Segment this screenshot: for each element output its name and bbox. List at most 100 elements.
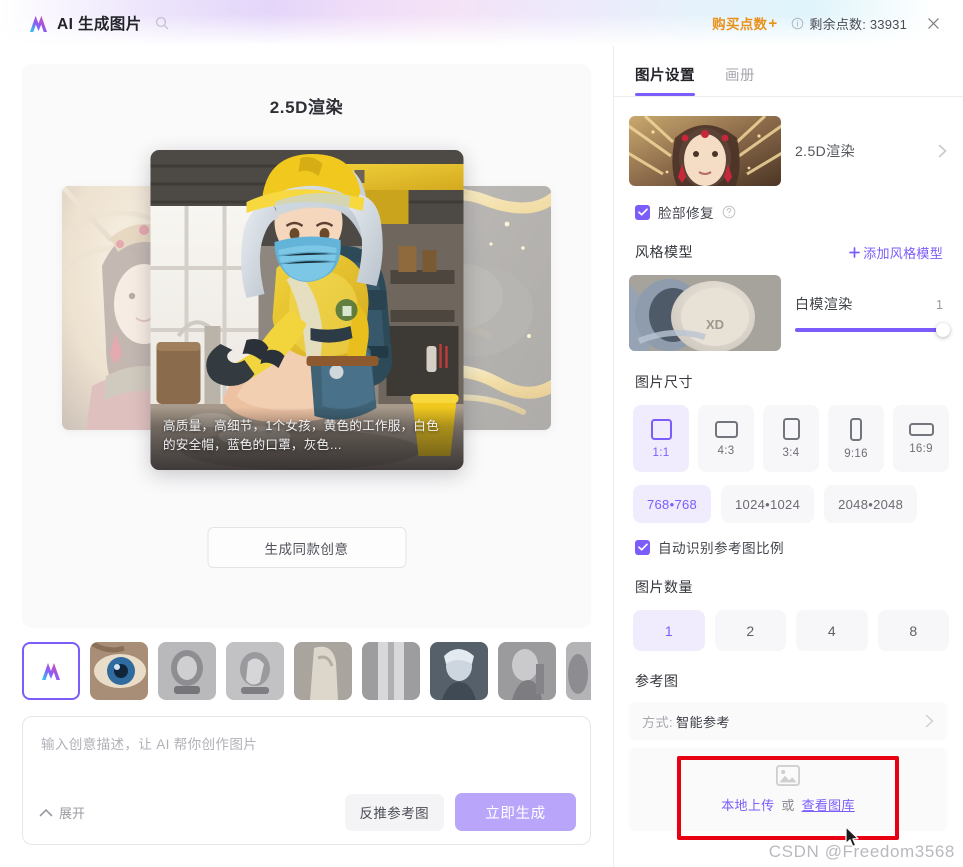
style-model-weight-slider[interactable] bbox=[795, 322, 950, 337]
base-model-thumbnail bbox=[629, 116, 781, 186]
chevron-right-icon bbox=[938, 144, 947, 158]
image-carousel: 高质量，高细节，1个女孩，黄色的工作服，白色的安全帽，蓝色的口罩，灰色… bbox=[22, 140, 591, 480]
face-repair-row: 脸部修复 bbox=[613, 188, 963, 222]
app-header: AI 生成图片 购买点数 + 剩余点数: 33931 bbox=[0, 0, 963, 46]
count-option-1[interactable]: 1 bbox=[633, 610, 705, 651]
count-option-8[interactable]: 8 bbox=[877, 610, 949, 651]
reference-upload-actions: 本地上传 或 查看图库 bbox=[721, 795, 855, 814]
close-icon[interactable] bbox=[923, 13, 943, 33]
prompt-overlay-text: 高质量，高细节，1个女孩，黄色的工作服，白色的安全帽，蓝色的口罩，灰色… bbox=[150, 406, 463, 470]
header-right-group: 购买点数 + 剩余点数: 33931 bbox=[712, 13, 963, 33]
expand-button[interactable]: 展开 bbox=[39, 803, 85, 822]
window-body: 2.5D渲染 高质量，高细节，1个女孩，黄色的工作服，白色的安全帽，蓝色的口罩，… bbox=[0, 46, 963, 867]
ratio-label: 9:16 bbox=[844, 447, 868, 460]
ratio-option-3-4[interactable]: 3:4 bbox=[763, 405, 819, 472]
thumbnail-item[interactable] bbox=[498, 642, 556, 700]
ai-logo-icon bbox=[28, 14, 49, 33]
portrait-rect-icon bbox=[782, 418, 800, 440]
local-upload-link[interactable]: 本地上传 bbox=[721, 798, 774, 813]
question-circle-icon[interactable] bbox=[722, 205, 736, 219]
resolution-option-2048[interactable]: 2048•2048 bbox=[824, 485, 918, 523]
prompt-input-container[interactable]: 输入创意描述，让 AI 帮你创作图片 展开 反推参考图 立即生成 bbox=[22, 716, 591, 845]
view-gallery-link[interactable]: 查看图库 bbox=[802, 798, 855, 813]
count-option-4[interactable]: 4 bbox=[796, 610, 868, 651]
settings-scroll-area: 2.5D渲染 脸部修复 风格模型 添加风格模型 XD 白模渲染 1 图片尺寸 1… bbox=[613, 106, 963, 867]
thumbnail-item[interactable] bbox=[430, 642, 488, 700]
style-model-item[interactable]: XD 白模渲染 1 bbox=[629, 273, 950, 352]
info-circle-icon[interactable] bbox=[791, 17, 804, 30]
resolution-option-1024[interactable]: 1024•1024 bbox=[721, 485, 815, 523]
style-model-weight-value: 1 bbox=[936, 297, 943, 312]
ratio-option-16-9[interactable]: 16:9 bbox=[893, 405, 949, 472]
ratio-option-9-16[interactable]: 9:16 bbox=[828, 405, 884, 472]
image-placeholder-icon bbox=[776, 765, 800, 786]
square-icon bbox=[650, 418, 672, 440]
resolution-options: 768•768 1024•1024 2048•2048 bbox=[613, 472, 963, 523]
buy-points-label: 购买点数 bbox=[712, 17, 768, 32]
showcase-card: 2.5D渲染 高质量，高细节，1个女孩，黄色的工作服，白色的安全帽，蓝色的口罩，… bbox=[22, 64, 591, 628]
ratio-label: 1:1 bbox=[652, 446, 670, 459]
reference-mode-key: 方式: bbox=[642, 714, 673, 730]
slider-knob[interactable] bbox=[936, 322, 950, 337]
image-size-section-header: 图片尺寸 bbox=[613, 352, 963, 392]
reference-section-header: 参考图 bbox=[613, 651, 963, 691]
thumbnail-item[interactable] bbox=[226, 642, 284, 700]
tab-album[interactable]: 画册 bbox=[725, 64, 755, 96]
auto-ratio-checkbox[interactable] bbox=[635, 539, 650, 555]
plus-icon: + bbox=[768, 14, 778, 32]
panel-tabs: 图片设置 画册 bbox=[613, 46, 963, 96]
landscape-rect-icon bbox=[714, 420, 738, 438]
points-balance-group: 剩余点数: 33931 bbox=[791, 14, 907, 33]
thumbnail-item[interactable] bbox=[294, 642, 352, 700]
resolution-option-768[interactable]: 768•768 bbox=[633, 485, 712, 523]
style-model-header: 白模渲染 1 bbox=[795, 294, 943, 314]
add-style-model-button[interactable]: 添加风格模型 bbox=[849, 243, 943, 262]
thumbnail-item-ai-logo[interactable] bbox=[22, 642, 80, 700]
search-icon[interactable] bbox=[155, 16, 169, 30]
generate-same-style-button[interactable]: 生成同款创意 bbox=[207, 527, 406, 568]
prompt-toolbar: 展开 反推参考图 立即生成 bbox=[39, 793, 576, 831]
watermark-text: CSDN @Freedom3568 bbox=[768, 842, 955, 861]
tab-image-settings[interactable]: 图片设置 bbox=[635, 64, 695, 96]
image-size-title: 图片尺寸 bbox=[635, 374, 693, 390]
settings-panel: 图片设置 画册 2.5D渲染 脸部修复 风格模型 添加风格模型 XD 白模渲染 … bbox=[613, 46, 963, 867]
carousel-card-main[interactable]: 高质量，高细节，1个女孩，黄色的工作服，白色的安全帽，蓝色的口罩，灰色… bbox=[150, 150, 463, 470]
style-model-controls: 白模渲染 1 bbox=[795, 294, 950, 337]
points-balance-label: 剩余点数: 33931 bbox=[809, 16, 907, 32]
showcase-title: 2.5D渲染 bbox=[269, 98, 344, 117]
generate-button[interactable]: 立即生成 bbox=[455, 793, 576, 831]
tall-rect-icon bbox=[850, 417, 862, 441]
ai-image-generation-window: AI 生成图片 购买点数 + 剩余点数: 33931 2.5D渲染 高质量，高细… bbox=[0, 0, 963, 867]
reference-mode-value: 智能参考 bbox=[675, 714, 730, 730]
expand-label: 展开 bbox=[59, 805, 86, 821]
thumbnail-strip[interactable] bbox=[22, 642, 591, 700]
thumbnail-item[interactable] bbox=[362, 642, 420, 700]
main-content-area: 2.5D渲染 高质量，高细节，1个女孩，黄色的工作服，白色的安全帽，蓝色的口罩，… bbox=[0, 46, 613, 867]
thumbnail-item[interactable] bbox=[90, 642, 148, 700]
svg-text:XD: XD bbox=[706, 317, 724, 332]
face-repair-checkbox[interactable] bbox=[635, 204, 650, 220]
reverse-reference-button[interactable]: 反推参考图 bbox=[344, 793, 444, 831]
ratio-label: 3:4 bbox=[782, 447, 800, 459]
image-count-title: 图片数量 bbox=[635, 579, 693, 595]
base-model-selector[interactable]: 2.5D渲染 bbox=[629, 114, 947, 188]
base-model-name: 2.5D渲染 bbox=[795, 143, 855, 159]
reference-mode-selector[interactable]: 方式: 智能参考 bbox=[629, 702, 947, 740]
prompt-input[interactable]: 输入创意描述，让 AI 帮你创作图片 bbox=[41, 733, 572, 753]
reference-upload-dropzone[interactable]: 本地上传 或 查看图库 bbox=[629, 748, 947, 831]
tabs-divider bbox=[613, 96, 963, 97]
image-count-options: 1 2 4 8 bbox=[613, 597, 963, 651]
ratio-option-4-3[interactable]: 4:3 bbox=[698, 405, 754, 472]
face-repair-label: 脸部修复 bbox=[658, 206, 714, 221]
count-option-2[interactable]: 2 bbox=[714, 610, 786, 651]
ratio-label: 16:9 bbox=[909, 442, 933, 455]
buy-points-button[interactable]: 购买点数 + bbox=[712, 13, 777, 33]
aspect-ratio-options: 1:1 4:3 3:4 9:16 16:9 bbox=[613, 392, 963, 472]
chevron-right-icon bbox=[925, 714, 934, 728]
style-model-section-header: 风格模型 添加风格模型 bbox=[613, 222, 963, 262]
ratio-option-1-1[interactable]: 1:1 bbox=[633, 405, 689, 472]
thumbnail-item[interactable] bbox=[158, 642, 216, 700]
thumbnail-item[interactable] bbox=[566, 642, 591, 700]
ratio-label: 4:3 bbox=[717, 444, 735, 457]
style-model-thumbnail: XD bbox=[629, 274, 781, 351]
